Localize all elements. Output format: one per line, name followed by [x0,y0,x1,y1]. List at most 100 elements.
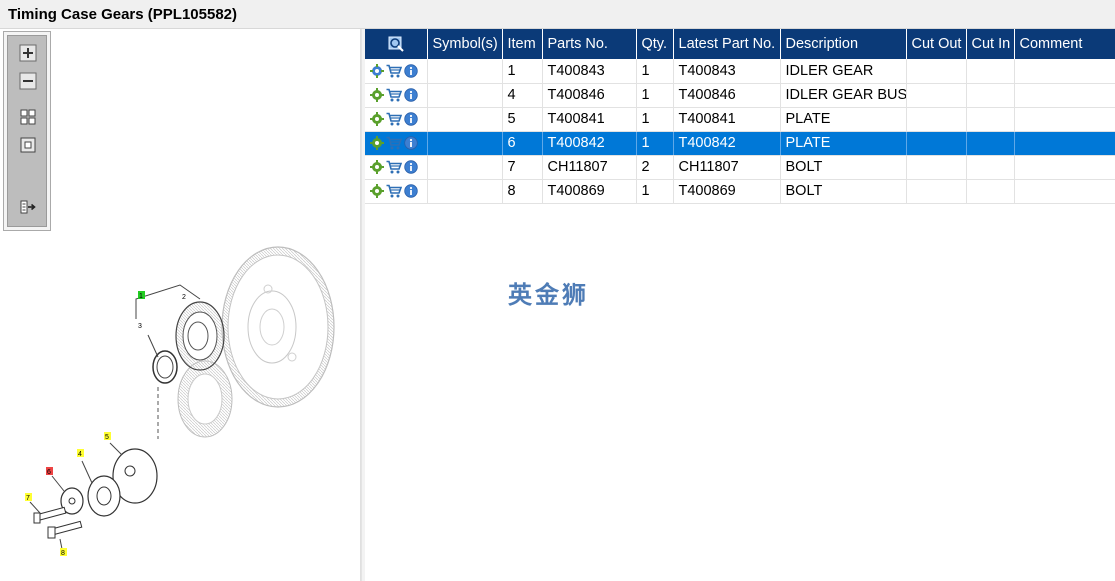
cell-cut-out [906,131,967,156]
callout-4-label: 4 [78,451,82,458]
column-header-description[interactable]: Description [780,29,907,59]
cell-cut-out [906,179,967,204]
cell-description: BOLT [780,179,907,204]
cell-cut-in [966,131,1015,156]
cart-icon[interactable] [386,160,402,174]
row-actions [365,179,428,204]
callout-5-label: 5 [105,434,109,441]
watermark: 英金狮 [508,281,589,309]
cell-comment [1014,179,1115,204]
large-gear [221,246,335,408]
cell-item: 7 [502,155,543,180]
info-icon[interactable] [404,136,418,150]
info-icon[interactable] [404,64,418,78]
cell-item: 1 [502,59,543,84]
cell-symbols [427,131,503,156]
cell-latest-part-no: T400869 [673,179,781,204]
column-header-cut-out[interactable]: Cut Out [906,29,967,59]
cell-part-no: CH11807 [542,155,637,180]
cell-item: 5 [502,107,543,132]
cell-part-no: T400869 [542,179,637,204]
column-header-comment[interactable]: Comment [1014,29,1115,59]
cell-symbols [427,59,503,84]
callout-3-label: 3 [138,323,142,330]
callout-3[interactable]: 3 [138,323,142,330]
actual-size-icon[interactable] [19,136,37,154]
table-row-selected[interactable]: 6 T400842 1 T400842 PLATE [365,131,1115,156]
gear-icon[interactable] [370,88,384,103]
column-header-parts-no[interactable]: Parts No. [542,29,637,59]
cart-icon[interactable] [386,88,402,102]
zoom-out-icon[interactable] [19,72,37,90]
export-icon[interactable] [19,198,37,216]
gear-icon[interactable] [370,112,384,127]
fit-window-icon[interactable] [19,108,37,126]
cell-qty: 1 [636,107,674,132]
cell-part-no: T400846 [542,83,637,108]
parts-list-pane: Symbol(s) Item Parts No. Qty. Latest Par… [365,29,1115,581]
cart-icon[interactable] [386,184,402,198]
cart-icon[interactable] [386,112,402,126]
info-icon[interactable] [404,112,418,126]
gear-icon[interactable] [370,160,384,175]
gear-bush [152,350,178,384]
cell-cut-out [906,83,967,108]
zoom-in-icon[interactable] [19,44,37,62]
cell-part-no: T400843 [542,59,637,84]
cell-description: PLATE [780,131,907,156]
callout-1[interactable]: 1 [138,291,145,300]
table-row[interactable]: 4 T400846 1 T400846 IDLER GEAR BUSH [365,83,1115,108]
cell-symbols [427,155,503,180]
viewer-toolbar [3,31,51,231]
callout-8[interactable]: 8 [60,548,67,557]
callout-5[interactable]: 5 [104,432,111,441]
callout-8-label: 8 [61,550,65,557]
search-icon[interactable] [387,35,405,53]
cart-icon[interactable] [386,136,402,150]
cell-latest-part-no: T400846 [673,83,781,108]
cell-qty: 2 [636,155,674,180]
cell-cut-in [966,179,1015,204]
cell-comment [1014,107,1115,132]
row-actions [365,131,428,156]
exploded-parts-diagram[interactable]: 1 2 3 4 5 6 7 8 [0,239,361,569]
cell-description: IDLER GEAR BUSH [780,83,907,108]
cart-icon[interactable] [386,64,402,78]
cell-item: 6 [502,131,543,156]
table-row[interactable]: 5 T400841 1 T400841 PLATE [365,107,1115,132]
column-header-latest-part-no[interactable]: Latest Part No. [673,29,781,59]
callout-7-label: 7 [26,495,30,502]
info-icon[interactable] [404,160,418,174]
table-header: Symbol(s) Item Parts No. Qty. Latest Par… [365,29,1115,59]
table-row[interactable]: 7 CH11807 2 CH11807 BOLT [365,155,1115,180]
cell-comment [1014,155,1115,180]
callout-6-label: 6 [47,469,51,476]
column-header-search[interactable] [365,29,428,59]
callout-6[interactable]: 6 [46,467,53,476]
gears-icon[interactable] [370,63,384,78]
cell-qty: 1 [636,59,674,84]
callout-4[interactable]: 4 [77,449,84,458]
column-header-qty[interactable]: Qty. [636,29,674,59]
column-header-item[interactable]: Item [502,29,543,59]
callout-2[interactable]: 2 [182,294,186,301]
diagram-pane[interactable]: 1 2 3 4 5 6 7 8 [0,29,361,581]
row-actions [365,107,428,132]
table-row[interactable]: 1 T400843 1 T400843 IDLER GEAR [365,59,1115,84]
cell-cut-in [966,107,1015,132]
gear-icon[interactable] [370,184,384,199]
callout-7[interactable]: 7 [25,493,32,502]
cell-item: 8 [502,179,543,204]
cell-cut-in [966,83,1015,108]
info-icon[interactable] [404,184,418,198]
idler-gear [175,301,225,371]
column-header-cut-in[interactable]: Cut In [966,29,1015,59]
gear-icon[interactable] [370,136,384,151]
cell-cut-in [966,155,1015,180]
column-header-symbols[interactable]: Symbol(s) [427,29,503,59]
bolt-7 [33,506,67,524]
cell-comment [1014,83,1115,108]
table-row[interactable]: 8 T400869 1 T400869 BOLT [365,179,1115,204]
info-icon[interactable] [404,88,418,102]
cell-description: PLATE [780,107,907,132]
